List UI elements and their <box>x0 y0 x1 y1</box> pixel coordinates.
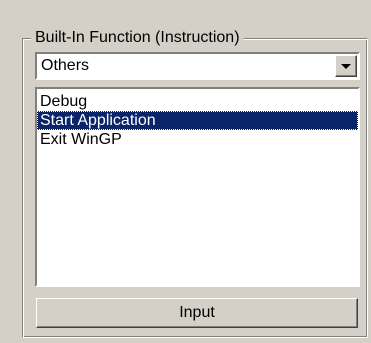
function-listbox[interactable]: Debug Start Application Exit WinGP <box>35 87 360 287</box>
dropdown-button[interactable] <box>335 55 357 77</box>
category-select-value: Others <box>41 57 90 74</box>
list-item-exit-wingp[interactable]: Exit WinGP <box>37 130 358 149</box>
input-button[interactable]: Input <box>36 298 358 328</box>
chevron-down-icon <box>341 64 351 69</box>
list-item-start-application[interactable]: Start Application <box>37 111 358 130</box>
group-title: Built-In Function (Instruction) <box>31 28 244 48</box>
category-select[interactable]: Others <box>35 52 360 80</box>
list-item-debug[interactable]: Debug <box>37 92 358 111</box>
